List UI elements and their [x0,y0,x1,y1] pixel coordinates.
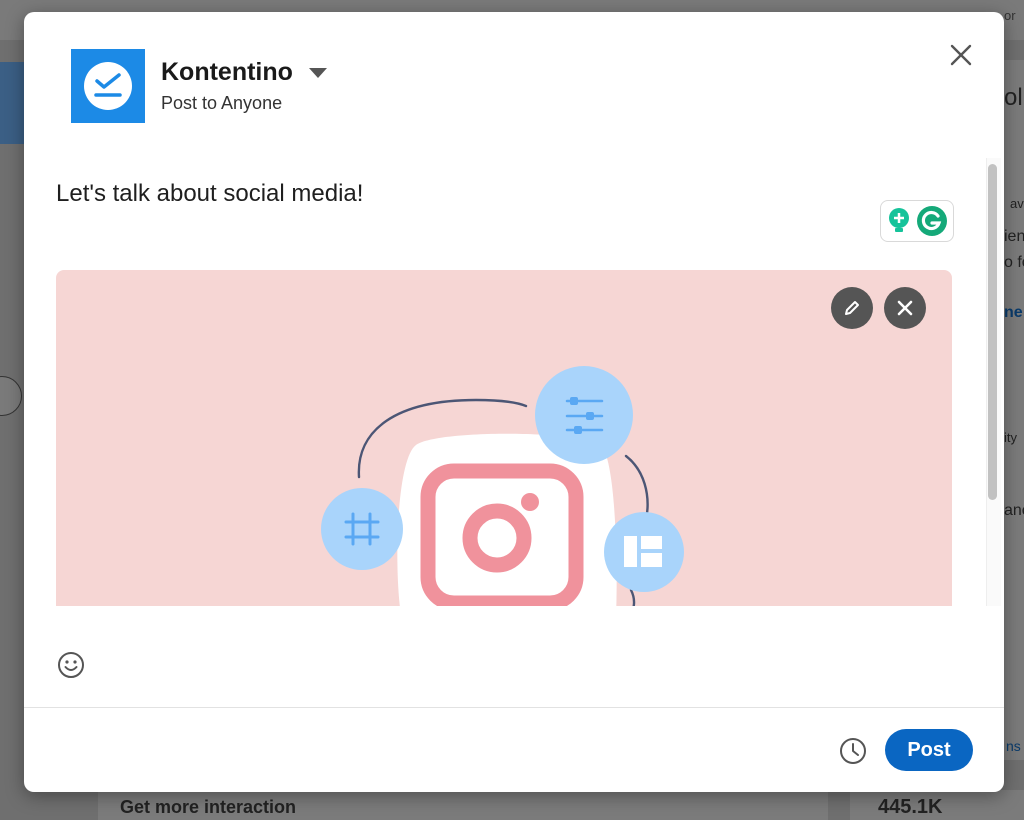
create-post-modal: Kontentino Post to Anyone Let's talk abo… [24,12,1004,792]
clock-icon[interactable] [838,736,868,766]
pencil-icon [845,301,859,315]
background-card-title: Get more interaction [120,797,297,817]
audience-selector[interactable]: Post to Anyone [161,93,282,114]
grammarly-icon[interactable] [880,200,954,242]
background-fragment: ol [1004,84,1023,111]
author-name: Kontentino [161,58,293,86]
background-fragment: anc [1004,502,1024,519]
background-fragment: av [1010,196,1024,211]
hashtag-bubble [321,488,403,570]
grammarly-g-icon [917,206,947,236]
caret-down-icon[interactable] [309,68,327,78]
footer-divider [24,707,1004,708]
layout-bubble [604,512,684,592]
background-nav-text: or [1004,8,1016,23]
kontentino-logo-icon [84,62,132,110]
post-editor[interactable]: Let's talk about social media! [24,158,1004,606]
background-circle-button [0,376,22,416]
instagram-illustration [321,366,684,606]
background-profile-card [0,62,24,144]
lightbulb-icon [889,208,909,232]
smiley-icon[interactable] [56,650,86,680]
post-button[interactable]: Post [885,729,973,771]
background-fragment: ns [1006,738,1021,754]
post-text[interactable]: Let's talk about social media! [56,180,363,208]
close-icon[interactable] [946,40,976,70]
attached-image [56,270,952,606]
close-icon [897,300,913,316]
avatar [71,49,145,123]
background-fragment: ne [1004,304,1023,321]
background-fragment: ien [1004,228,1024,245]
background-fragment: ity [1004,430,1017,445]
edit-media-button[interactable] [831,287,873,329]
background-stat-value: 445.1K [878,796,943,818]
background-fragment: o fo [1004,254,1024,271]
scrollbar-thumb[interactable] [988,164,997,500]
remove-media-button[interactable] [884,287,926,329]
